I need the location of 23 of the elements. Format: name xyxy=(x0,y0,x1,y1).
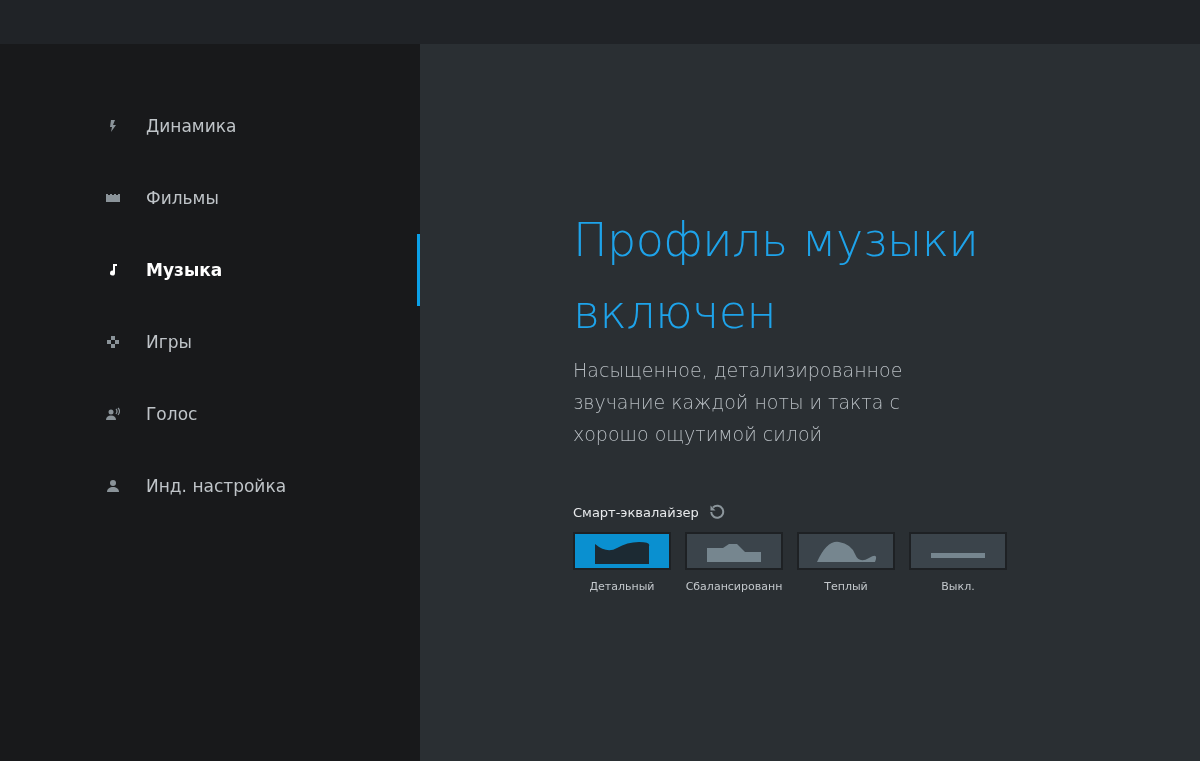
sidebar-item[interactable]: Инд. настройка xyxy=(0,450,420,522)
preset-label: Выкл. xyxy=(941,580,975,593)
sidebar-item[interactable]: Игры xyxy=(0,306,420,378)
preset-label: Теплый xyxy=(824,580,868,593)
person-icon xyxy=(106,479,120,493)
reset-icon[interactable] xyxy=(708,504,725,520)
equalizer-label: Смарт-эквалайзер xyxy=(573,504,699,520)
sidebar-item[interactable]: Музыка xyxy=(0,234,420,306)
preset-button[interactable] xyxy=(909,532,1007,570)
speaking-person-icon xyxy=(106,407,120,421)
profile-title: Профиль музыки включен xyxy=(573,212,980,341)
sidebar-item[interactable]: Фильмы xyxy=(0,162,420,234)
profile-description: Насыщенное, детализированное звучание каждой ноты и такта с хорошо ощутимой силой xyxy=(573,358,904,447)
preset-button[interactable] xyxy=(685,532,783,570)
sidebar-item[interactable]: Голос xyxy=(0,378,420,450)
preset-button[interactable] xyxy=(573,532,671,570)
selection-indicator xyxy=(417,234,420,306)
gamepad-icon xyxy=(106,335,120,349)
preset-label: Детальный xyxy=(589,580,655,593)
sidebar-item[interactable]: Динамика xyxy=(0,90,420,162)
preset-label: Сбалансированн xyxy=(685,580,783,593)
clapperboard-icon xyxy=(106,191,120,205)
preset-button[interactable] xyxy=(797,532,895,570)
